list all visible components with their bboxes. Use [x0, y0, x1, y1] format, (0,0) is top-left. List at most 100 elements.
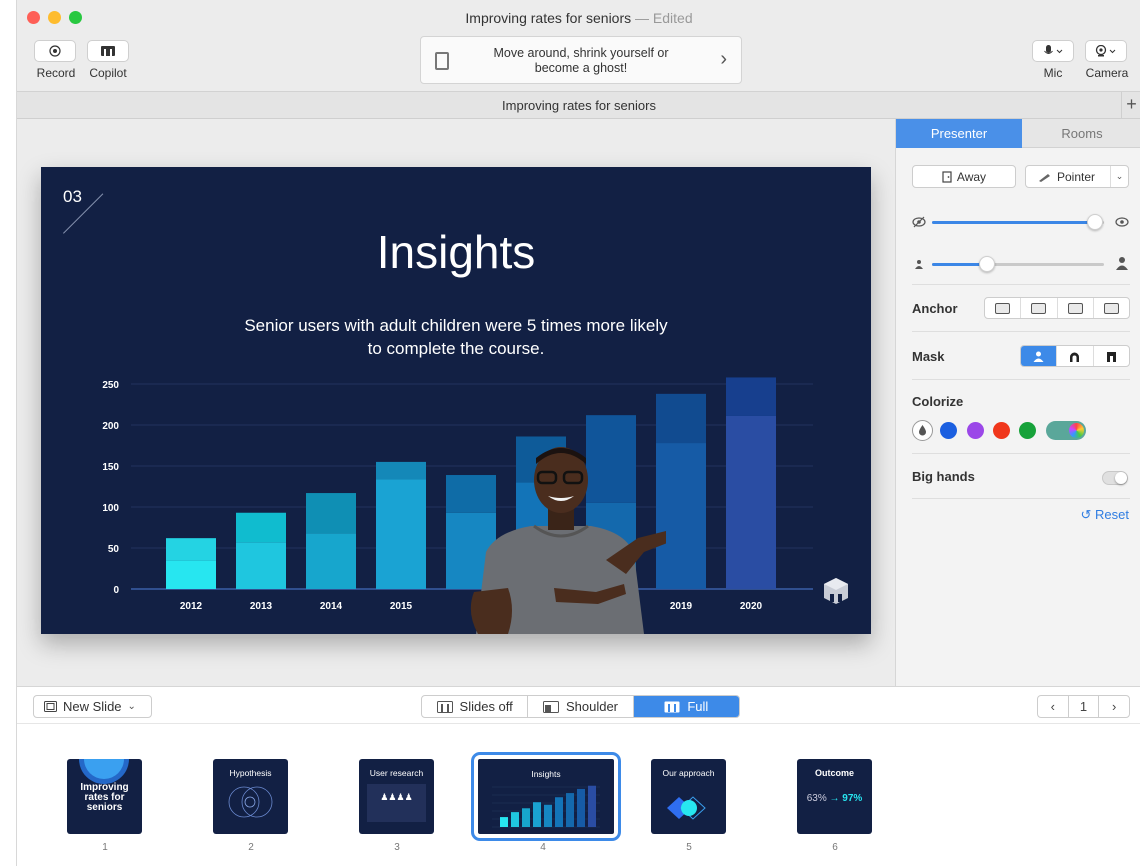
pointer-label: Pointer — [1057, 169, 1096, 184]
next-slide-button[interactable]: › — [1098, 696, 1129, 717]
camera-button[interactable] — [1085, 40, 1127, 62]
opacity-slider[interactable] — [932, 214, 1104, 230]
large-person-icon — [1116, 257, 1128, 270]
record-icon — [49, 45, 61, 57]
thumbnail-title: Improving rates for seniors — [80, 782, 129, 813]
chevron-down-icon: ⌄ — [127, 701, 136, 712]
mask-rectangle-button[interactable] — [1092, 346, 1129, 366]
copilot-button[interactable] — [87, 40, 129, 62]
chevron-right-icon[interactable]: › — [720, 48, 727, 71]
slide-thumbnail-4[interactable]: Insights — [471, 752, 621, 841]
thumbnail-bar — [555, 797, 563, 827]
tab-presenter[interactable]: Presenter — [896, 119, 1022, 148]
app-window: Improving rates for seniors — Edited Rec… — [16, 0, 1140, 866]
colorize-none-swatch[interactable] — [912, 420, 933, 441]
pointer-icon — [1039, 173, 1050, 182]
edited-indicator: — Edited — [635, 10, 693, 26]
size-slider[interactable] — [932, 256, 1104, 272]
mic-label: Mic — [1043, 66, 1063, 80]
slide-thumbnail-2[interactable]: Hypothesis — [213, 759, 288, 834]
view-slides-off-button[interactable]: Slides off — [422, 696, 527, 717]
presenter-video — [470, 447, 666, 634]
reset-button[interactable]: ↺ Reset — [1081, 507, 1130, 523]
bar-segment-upper — [726, 377, 776, 416]
thumbnail-number: 4 — [540, 842, 546, 853]
people-icon: ♟♟♟♟ — [380, 792, 413, 802]
thumbnail-bar — [566, 793, 574, 827]
previous-slide-button[interactable]: ‹ — [1038, 696, 1068, 717]
stat-to: 97% — [842, 793, 863, 804]
divider — [912, 331, 1130, 332]
thumbnail-bar — [500, 817, 508, 827]
thumbnail-chart — [492, 785, 600, 828]
anchor-selector[interactable] — [984, 297, 1130, 319]
opacity-slider-knob[interactable] — [1087, 214, 1104, 230]
slide-thumbnail-1[interactable]: Improving rates for seniors — [67, 759, 142, 834]
door-icon — [942, 170, 952, 183]
mask-selector[interactable] — [1020, 345, 1130, 367]
eye-icon — [1115, 217, 1129, 227]
thumbnail-title: Outcome — [814, 768, 854, 778]
copilot-icon — [101, 46, 115, 56]
slide-thumbnail-5[interactable]: Our approach — [651, 759, 726, 834]
away-button[interactable]: Away — [912, 165, 1016, 188]
mask-person-button[interactable] — [1021, 346, 1057, 366]
anchor-label: Anchor — [912, 301, 958, 316]
slide-thumbnail-3[interactable]: User research ♟♟♟♟ — [359, 759, 434, 834]
chevron-down-icon[interactable]: ⌄ — [1110, 166, 1128, 187]
pointer-select[interactable]: Pointer ⌄ — [1025, 165, 1129, 188]
document-tab[interactable]: Improving rates for seniors — [17, 98, 1140, 113]
anchor-bottom-left-button[interactable] — [985, 298, 1020, 318]
reset-icon: ↺ — [1080, 507, 1092, 522]
frame-icon — [1106, 351, 1116, 362]
size-slider-knob[interactable] — [979, 256, 996, 272]
x-tick-label: 2020 — [740, 601, 763, 612]
current-slide[interactable]: 03 Insights Senior users with adult chil… — [41, 167, 871, 634]
thumbnail-title: Hypothesis — [229, 768, 272, 778]
thumbnail-number: 3 — [394, 842, 400, 853]
view-slides-off-label: Slides off — [459, 699, 513, 714]
anchor-bottom-right-button[interactable] — [1020, 298, 1056, 318]
thumbnail-bar — [588, 785, 596, 827]
new-slide-button[interactable]: New Slide ⌄ — [33, 695, 152, 718]
big-hands-toggle[interactable] — [1102, 471, 1128, 485]
add-tab-button[interactable]: + — [1121, 92, 1140, 119]
bar-segment-upper — [376, 461, 426, 480]
view-full-button[interactable]: Full — [632, 696, 739, 717]
arch-icon — [1070, 352, 1080, 362]
window-title-text: Improving rates for seniors — [465, 10, 632, 26]
colorize-blue-swatch[interactable] — [940, 422, 957, 439]
thumbnail-bar — [544, 804, 552, 827]
colorize-purple-swatch[interactable] — [967, 422, 984, 439]
thumbnail-image: ♟♟♟♟ — [367, 784, 426, 822]
y-tick-label: 50 — [108, 544, 120, 555]
mask-circle-button[interactable] — [1056, 346, 1092, 366]
thumbnail-bar — [533, 802, 541, 827]
thumbnail-number: 1 — [102, 842, 108, 853]
mic-icon — [1044, 45, 1063, 54]
record-button[interactable] — [34, 40, 76, 62]
x-tick-label: 2019 — [670, 601, 693, 612]
x-tick-label: 2013 — [250, 601, 273, 612]
anchor-top-right-button[interactable] — [1092, 298, 1129, 318]
bar-segment-lower — [306, 533, 356, 589]
tip-banner[interactable]: Move around, shrink yourself or become a… — [420, 36, 742, 84]
anchor-top-left-button[interactable] — [1056, 298, 1093, 318]
divider — [912, 379, 1130, 380]
big-hands-label: Big hands — [912, 469, 975, 484]
colorize-label: Colorize — [912, 394, 964, 409]
colorize-custom-swatch[interactable] — [1046, 421, 1086, 440]
colorize-green-swatch[interactable] — [1019, 422, 1036, 439]
mic-button[interactable] — [1032, 40, 1074, 62]
tab-rooms[interactable]: Rooms — [1022, 119, 1140, 148]
bar-segment-upper — [166, 538, 216, 561]
colorize-red-swatch[interactable] — [993, 422, 1010, 439]
view-shoulder-button[interactable]: Shoulder — [527, 696, 632, 717]
anchor-top-right-icon — [1103, 302, 1119, 314]
shoulder-icon — [542, 700, 559, 713]
slide-thumbnail-6[interactable]: Outcome 63% → 97% — [797, 759, 872, 834]
thumbnail-bar — [522, 808, 530, 827]
view-mode-selector[interactable]: Slides off Shoulder Full — [421, 695, 740, 718]
y-tick-label: 0 — [113, 585, 119, 596]
bar-segment-lower — [726, 415, 776, 589]
